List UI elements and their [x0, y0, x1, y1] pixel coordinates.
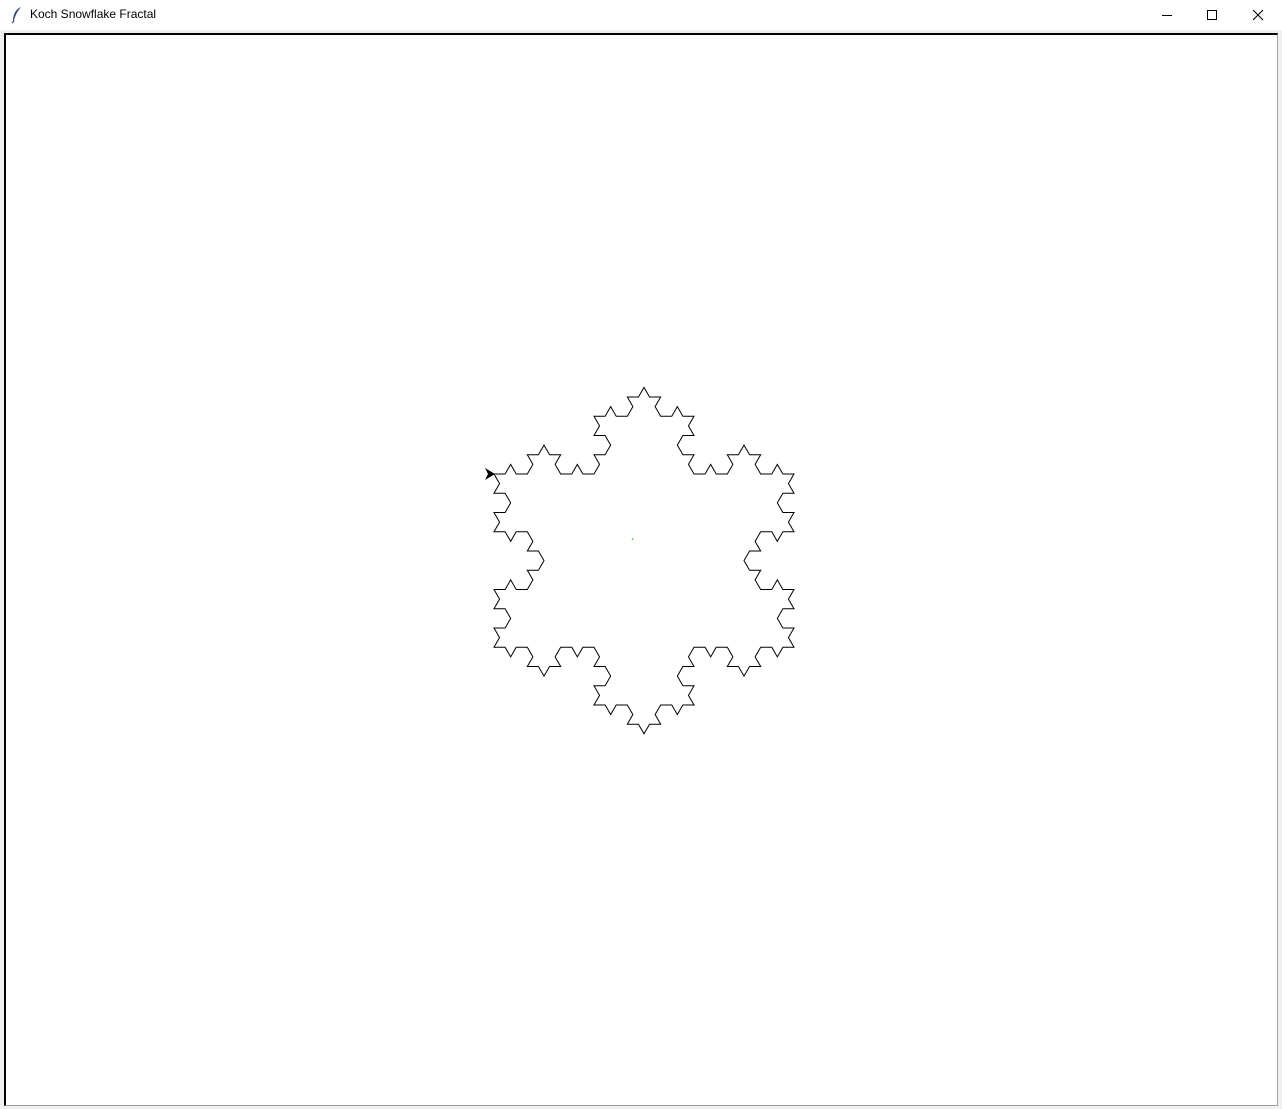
close-icon — [1252, 9, 1264, 21]
koch-snowflake — [493, 386, 795, 735]
turtle-arrow-icon — [485, 468, 495, 480]
center-mark — [631, 537, 634, 541]
minimize-button[interactable] — [1144, 0, 1190, 30]
feather-icon — [10, 6, 24, 24]
app-window: Koch Snowflake Fractal — [0, 0, 1282, 1109]
close-button[interactable] — [1235, 0, 1281, 30]
maximize-icon — [1206, 9, 1218, 21]
maximize-button[interactable] — [1189, 0, 1235, 30]
turtle-canvas[interactable] — [4, 33, 1278, 1106]
drawing-surface — [485, 386, 795, 735]
title-bar[interactable]: Koch Snowflake Fractal — [0, 0, 1282, 30]
window-title: Koch Snowflake Fractal — [30, 7, 157, 21]
minimize-icon — [1161, 9, 1173, 21]
